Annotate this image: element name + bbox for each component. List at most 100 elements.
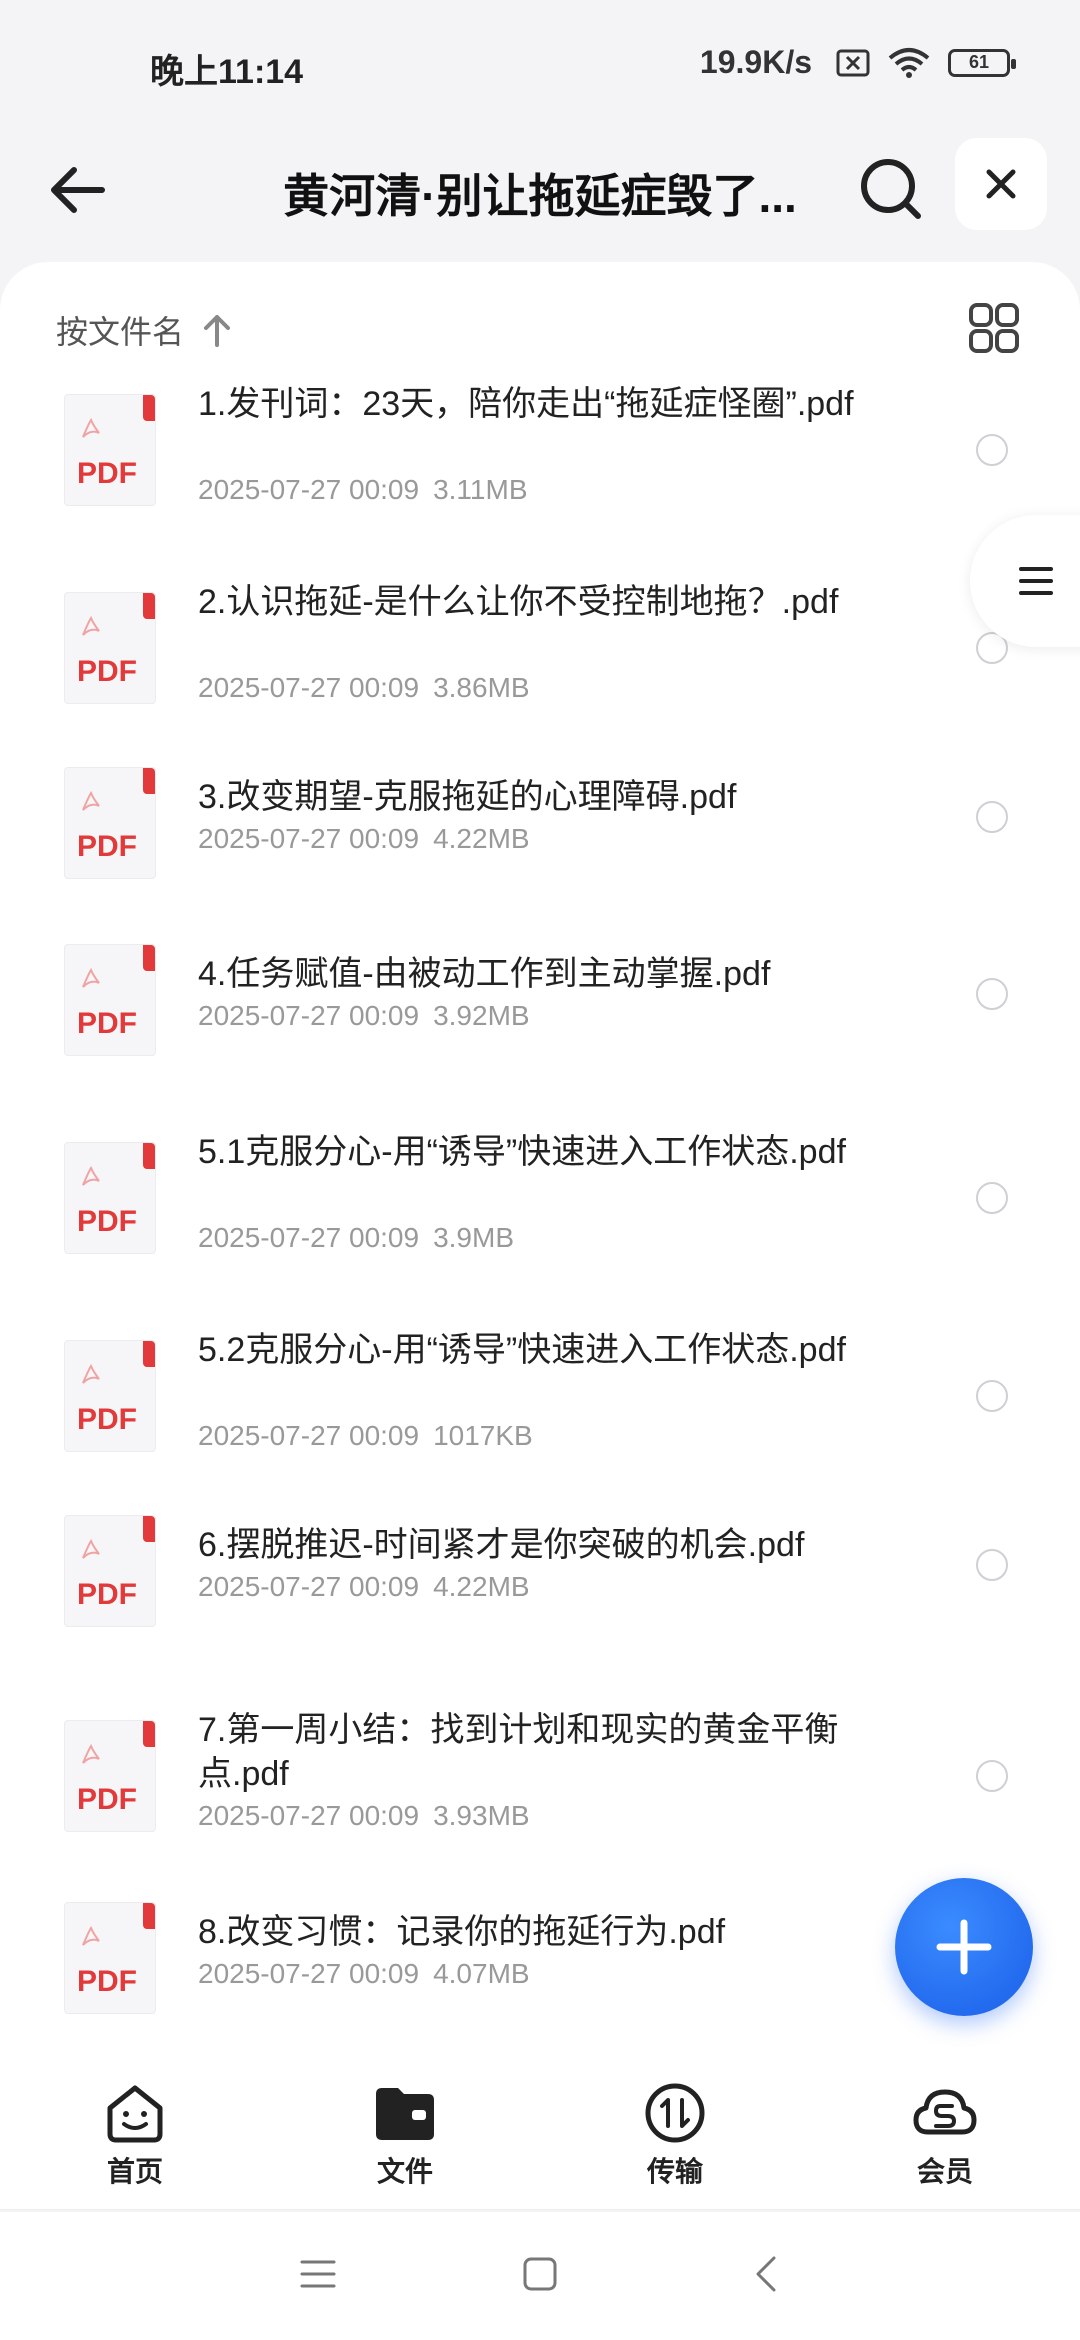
pdf-icon-label: PDF <box>77 1403 137 1436</box>
select-radio[interactable] <box>976 978 1008 1010</box>
grid-view-icon[interactable] <box>968 302 1020 354</box>
pdf-corner-mark <box>143 945 155 971</box>
pdf-corner-mark <box>143 1721 155 1747</box>
pdf-corner-mark <box>143 1516 155 1542</box>
pdf-file-icon: PDF <box>64 767 156 879</box>
battery-icon: 61 <box>948 48 1016 77</box>
status-time: 晚上11:14 <box>150 53 304 91</box>
pdf-file-icon: PDF <box>64 394 156 506</box>
file-date: 2025-07-27 00:09 <box>198 1222 420 1253</box>
back-arrow-icon[interactable] <box>40 150 120 230</box>
nav-transfer-label: 传输 <box>646 2155 703 2187</box>
file-date: 2025-07-27 00:09 <box>198 474 420 505</box>
select-radio[interactable] <box>976 801 1008 833</box>
bottom-nav: 首页 文件 传输 会员 <box>0 2060 1080 2210</box>
file-meta: 2025-07-27 00:09 1017KB <box>198 1420 533 1452</box>
pdf-file-icon: PDF <box>64 1340 156 1452</box>
pdf-icon-label: PDF <box>77 655 137 688</box>
acrobat-mark-icon <box>82 967 100 988</box>
select-radio[interactable] <box>976 1182 1008 1214</box>
top-bar: 黄河清·别让拖延症毁了... <box>0 130 1080 260</box>
transfer-icon <box>645 2083 705 2142</box>
select-radio[interactable] <box>976 434 1008 466</box>
pdf-corner-mark <box>143 1143 155 1169</box>
nav-vip[interactable]: 会员 <box>845 2080 1045 2190</box>
pdf-icon-label: PDF <box>77 830 137 863</box>
file-date: 2025-07-27 00:09 <box>198 1000 420 1031</box>
home-face-icon <box>107 2085 163 2142</box>
select-radio[interactable] <box>976 1549 1008 1581</box>
file-name: 4.任务赋值-由被动工作到主动掌握.pdf <box>198 955 771 993</box>
network-speed: 19.9K/s <box>699 44 812 80</box>
file-meta: 2025-07-27 00:09 3.11MB <box>198 474 528 506</box>
add-button[interactable] <box>895 1878 1033 2016</box>
file-date: 2025-07-27 00:09 <box>198 672 420 703</box>
file-meta: 2025-07-27 00:09 3.86MB <box>198 672 530 704</box>
file-name: 8.改变习惯：记录你的拖延行为.pdf <box>198 1913 726 1951</box>
close-icon <box>986 169 1016 199</box>
pdf-corner-mark <box>143 395 155 421</box>
pdf-corner-mark <box>143 1903 155 1929</box>
system-nav-bar <box>0 2212 1080 2340</box>
status-icons: 19.9K/s 61 <box>699 44 1016 81</box>
sim-disabled-icon <box>836 49 870 76</box>
acrobat-mark-icon <box>82 417 100 438</box>
select-radio[interactable] <box>976 1760 1008 1792</box>
file-size: 4.22MB <box>433 1571 530 1602</box>
file-name: 5.1克服分心-用“诱导”快速进入工作状态.pdf <box>198 1133 846 1171</box>
pdf-icon-label: PDF <box>77 1205 137 1238</box>
pdf-icon-label: PDF <box>77 457 137 490</box>
acrobat-mark-icon <box>82 615 100 636</box>
acrobat-mark-icon <box>82 1363 100 1384</box>
pdf-file-icon: PDF <box>64 1515 156 1627</box>
page-title: 黄河清·别让拖延症毁了... <box>283 170 797 222</box>
plus-icon <box>936 1919 992 1975</box>
file-date: 2025-07-27 00:09 <box>198 1420 420 1451</box>
nav-vip-label: 会员 <box>916 2155 973 2187</box>
file-name: 6.摆脱推迟-时间紧才是你突破的机会.pdf <box>198 1526 805 1564</box>
select-radio[interactable] <box>976 1380 1008 1412</box>
pdf-file-icon: PDF <box>64 944 156 1056</box>
file-meta: 2025-07-27 00:09 4.22MB <box>198 823 530 855</box>
pdf-corner-mark <box>143 1341 155 1367</box>
file-size: 3.9MB <box>433 1222 515 1253</box>
acrobat-mark-icon <box>82 1743 100 1764</box>
file-date: 2025-07-27 00:09 <box>198 1958 420 1989</box>
file-size: 4.22MB <box>433 823 530 854</box>
file-size: 3.86MB <box>433 672 530 703</box>
pdf-file-icon: PDF <box>64 592 156 704</box>
status-bar: 晚上11:14 19.9K/s 61 <box>0 0 1080 130</box>
acrobat-mark-icon <box>82 1165 100 1186</box>
wifi-icon <box>888 47 930 78</box>
file-name: 1.发刊词：23天，陪你走出“拖延症怪圈”.pdf <box>198 385 854 423</box>
battery-level: 61 <box>968 52 990 72</box>
vip-cloud-icon <box>913 2089 977 2134</box>
home-square-icon[interactable] <box>518 2252 562 2296</box>
pdf-icon-label: PDF <box>77 1965 137 1998</box>
nav-files[interactable]: 文件 <box>305 2080 505 2190</box>
sort-label: 按文件名 <box>56 314 185 350</box>
file-meta: 2025-07-27 00:09 4.22MB <box>198 1571 530 1603</box>
pdf-file-icon: PDF <box>64 1720 156 1832</box>
close-button[interactable] <box>955 138 1047 230</box>
file-name: 2.认识拖延-是什么让你不受控制地拖？.pdf <box>198 583 839 621</box>
pdf-file-icon: PDF <box>64 1142 156 1254</box>
file-name: 3.改变期望-克服拖延的心理障碍.pdf <box>198 778 737 816</box>
pdf-icon-label: PDF <box>77 1578 137 1611</box>
nav-transfer[interactable]: 传输 <box>575 2080 775 2190</box>
nav-home[interactable]: 首页 <box>35 2080 235 2190</box>
menu-lines-icon <box>1019 567 1053 595</box>
file-size: 3.93MB <box>433 1800 530 1831</box>
recent-apps-icon[interactable] <box>296 2252 340 2296</box>
acrobat-mark-icon <box>82 1925 100 1946</box>
file-name: 5.2克服分心-用“诱导”快速进入工作状态.pdf <box>198 1331 846 1369</box>
file-date: 2025-07-27 00:09 <box>198 1800 420 1831</box>
sort-control[interactable]: 按文件名 <box>56 307 232 353</box>
acrobat-mark-icon <box>82 1538 100 1559</box>
back-chevron-icon[interactable] <box>746 2252 790 2296</box>
search-icon[interactable] <box>852 150 932 230</box>
pdf-corner-mark <box>143 768 155 794</box>
folder-icon <box>376 2087 434 2140</box>
pdf-file-icon: PDF <box>64 1902 156 2014</box>
sort-ascending-arrow-icon <box>204 315 231 347</box>
